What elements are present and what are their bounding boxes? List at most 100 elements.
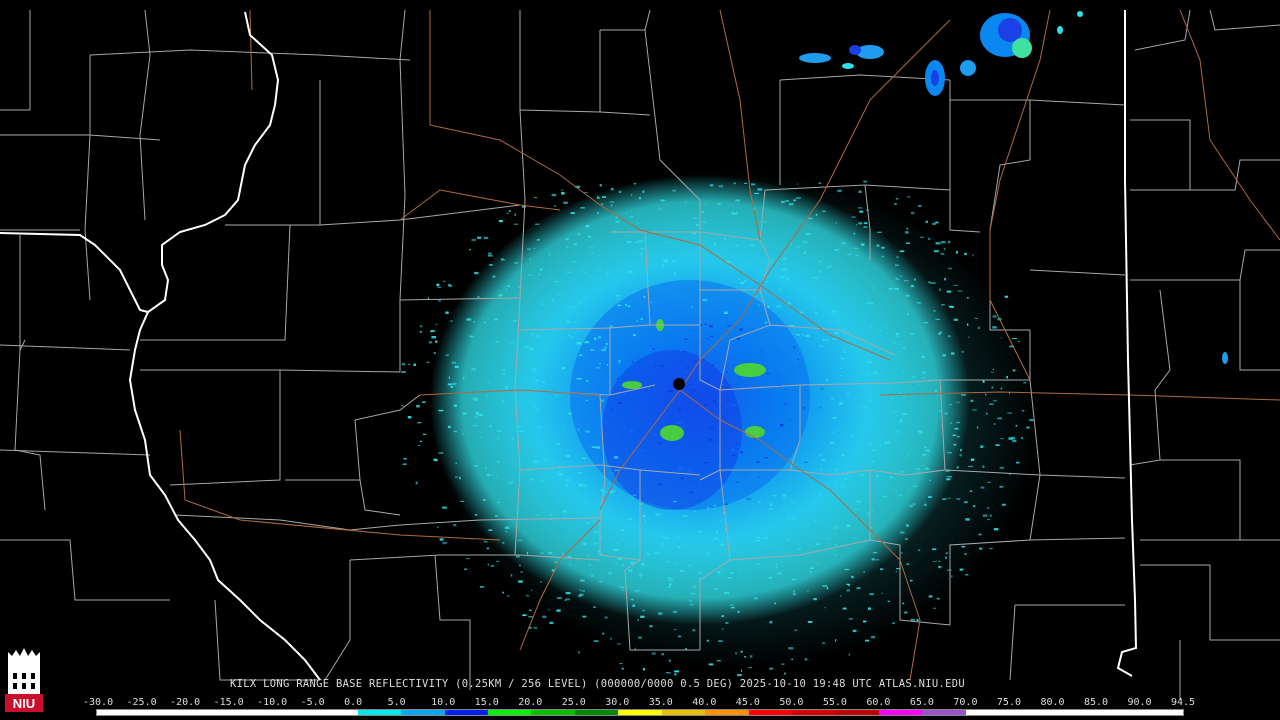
echo-pixel <box>502 542 505 544</box>
echo-pixel <box>801 333 804 336</box>
echo-pixel <box>582 457 587 459</box>
echo-pixel <box>729 604 734 606</box>
echo-pixel <box>505 530 507 533</box>
echo-pixel <box>993 423 996 425</box>
echo-pixel <box>974 317 978 319</box>
echo-pixel <box>578 428 580 431</box>
echo-pixel <box>617 298 619 300</box>
echo-pixel <box>598 502 604 504</box>
echo-pixel <box>570 212 575 215</box>
echo-pixel <box>889 476 893 479</box>
echo-pixel <box>956 436 960 438</box>
echo-pixel <box>876 244 880 247</box>
echo-pixel <box>791 658 793 660</box>
echo-pixel <box>419 440 422 443</box>
echo-pixel <box>687 532 689 535</box>
echo-pixel <box>743 389 745 392</box>
echo-pixel <box>673 501 677 503</box>
echo-pixel <box>755 540 760 542</box>
echo-pixel <box>814 311 818 314</box>
echo-pixel <box>706 380 710 382</box>
echo-pixel <box>959 568 964 571</box>
echo-pixel <box>910 579 913 582</box>
echo-pixel <box>956 466 959 469</box>
echo-pixel <box>902 413 908 416</box>
echo-pixel <box>536 334 539 337</box>
echo-pixel <box>751 183 756 186</box>
echo-pixel <box>629 430 634 433</box>
echo-pixel <box>526 595 530 597</box>
echo-pixel <box>536 239 540 241</box>
echo-pixel <box>978 533 982 536</box>
echo-pixel <box>615 216 618 219</box>
echo-pixel <box>555 443 561 445</box>
echo-pixel <box>725 445 727 447</box>
echo-pixel <box>466 318 472 321</box>
echo-pixel <box>463 377 465 380</box>
echo-pixel <box>982 465 985 468</box>
colorbar-segment <box>444 710 488 715</box>
echo-pixel <box>502 400 505 402</box>
echo-pixel <box>894 203 897 205</box>
echo-pixel <box>625 303 627 307</box>
echo-pixel <box>496 430 501 432</box>
echo-pixel <box>673 629 677 631</box>
echo-pixel <box>663 259 668 262</box>
echo-pixel <box>710 335 714 337</box>
echo-pixel <box>991 371 994 373</box>
echo-pixel <box>714 537 718 540</box>
echo-pixel <box>737 674 742 677</box>
echo-pixel <box>599 184 602 187</box>
echo-pixel <box>858 222 863 225</box>
echo-pixel <box>813 598 817 601</box>
echo-pixel <box>819 260 822 263</box>
echo-pixel <box>472 424 478 427</box>
colorbar-tick-label: 45.0 <box>735 697 760 708</box>
echo-pixel <box>767 413 771 415</box>
echo-pixel <box>523 363 527 365</box>
echo-pixel <box>869 593 874 596</box>
echo-pixel <box>848 584 850 587</box>
echo-pixel <box>832 311 837 313</box>
echo-pixel <box>724 592 730 594</box>
echo-pixel <box>686 366 690 369</box>
echo-pixel <box>685 648 688 650</box>
echo-pixel <box>500 258 504 261</box>
echo-pixel <box>947 497 951 499</box>
echo-pixel <box>600 535 603 538</box>
echo-pixel <box>577 232 581 236</box>
colorbar-tick-label: -25.0 <box>126 697 157 708</box>
echo-pixel <box>895 490 897 492</box>
echo-pixel <box>1020 437 1024 440</box>
echo-pixel <box>854 508 859 510</box>
echo-pixel <box>438 452 444 454</box>
echo-pixel <box>664 242 667 244</box>
echo-pixel <box>776 563 778 566</box>
echo-pixel <box>826 379 829 382</box>
echo-pixel <box>492 275 496 278</box>
echo-pixel <box>918 205 922 207</box>
echo-pixel <box>490 413 492 415</box>
echo-pixel <box>802 407 806 409</box>
echo-pixel <box>1015 424 1018 427</box>
colorbar-segment <box>835 710 879 715</box>
echo-pixel <box>880 568 884 571</box>
echo-pixel <box>948 267 952 270</box>
echo-pixel <box>1004 295 1009 298</box>
echo-pixel <box>896 256 899 258</box>
echo-pixel <box>528 274 533 276</box>
echo-pixel <box>832 431 834 434</box>
echo-pixel <box>512 320 517 322</box>
echo-pixel <box>601 491 607 493</box>
echo-pixel <box>659 365 663 367</box>
echo-pixel <box>529 609 532 611</box>
echo-pixel <box>581 590 586 592</box>
echo-pixel <box>625 212 627 215</box>
echo-pixel <box>616 378 620 380</box>
echo-pixel <box>765 280 768 283</box>
colorbar-tick-label: 90.0 <box>1127 697 1152 708</box>
echo-pixel <box>735 442 738 445</box>
echo-pixel <box>668 586 671 588</box>
echo-pixel <box>791 501 796 503</box>
echo-pixel <box>471 238 477 242</box>
